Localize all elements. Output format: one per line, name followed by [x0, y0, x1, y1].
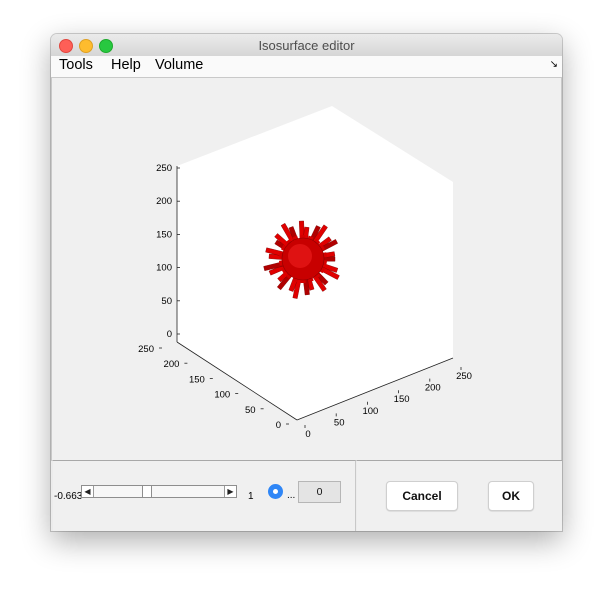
- radio-label: ...: [287, 490, 296, 501]
- isovalue-field[interactable]: 0: [298, 481, 341, 503]
- z-axis-tick-label: 250: [156, 163, 172, 174]
- slider-left-arrow-icon[interactable]: ◀: [82, 486, 94, 497]
- x-axis-tick-label: 250: [456, 371, 472, 382]
- y-axis-tick-label: 200: [164, 359, 180, 370]
- x-axis-tick-label: 50: [334, 417, 345, 428]
- x-axis-tick-label: 100: [362, 406, 378, 417]
- isosurface-core-highlight: [288, 244, 312, 268]
- isosurface-editor-window: Isosurface editor Tools Help Volume ↘ 05…: [51, 34, 562, 531]
- cancel-button[interactable]: Cancel: [386, 481, 458, 511]
- z-axis-tick-label: 100: [156, 263, 172, 274]
- x-axis-tick-label: 150: [394, 394, 410, 405]
- x-axis-tick-label: 0: [305, 429, 310, 440]
- z-axis-tick-label: 200: [156, 196, 172, 207]
- slider-min-label: -0.663: [54, 491, 83, 502]
- slider-max-label: 1: [248, 491, 254, 502]
- y-axis-tick-label: 0: [276, 420, 281, 431]
- radio-button[interactable]: [268, 484, 283, 499]
- isovalue-slider[interactable]: ◀ ▶: [81, 485, 237, 498]
- ok-button[interactable]: OK: [488, 481, 534, 511]
- x-axis-tick-label: 200: [425, 383, 441, 394]
- slider-right-arrow-icon[interactable]: ▶: [224, 486, 236, 497]
- y-axis-tick-label: 50: [245, 405, 256, 416]
- y-axis-tick-label: 100: [214, 390, 230, 401]
- slider-thumb[interactable]: [141, 486, 152, 497]
- y-axis-tick-label: 150: [189, 374, 205, 385]
- y-axis-tick-label: 250: [138, 344, 154, 355]
- z-axis-ticks: 0 50 100 150 200 250: [156, 163, 180, 340]
- z-axis-tick-label: 150: [156, 229, 172, 240]
- z-axis-tick-label: 50: [161, 296, 172, 307]
- z-axis-tick-label: 0: [167, 329, 172, 340]
- 3d-axes[interactable]: 0 50 100 150 200 250 0 50 100 150 200 250 0 50 100 15…: [51, 34, 562, 531]
